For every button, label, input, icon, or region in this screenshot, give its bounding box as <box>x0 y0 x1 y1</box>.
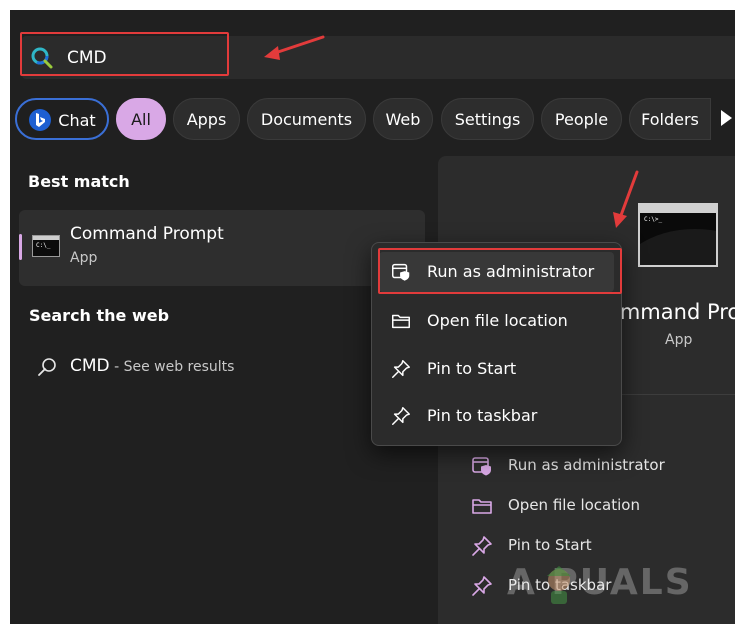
preview-action-label: Pin to Start <box>508 536 592 554</box>
bing-chat-icon <box>29 108 52 131</box>
web-search-suffix: - See web results <box>109 359 235 375</box>
context-open-file-location[interactable]: Open file location <box>379 301 614 341</box>
filter-all[interactable]: All <box>116 98 166 140</box>
filter-chat[interactable]: Chat <box>15 98 109 140</box>
filter-chat-label: Chat <box>58 111 96 130</box>
run-as-admin-highlight-box <box>378 248 622 294</box>
filter-folders[interactable]: Folders <box>629 98 711 140</box>
preview-action-label: Run as administrator <box>508 456 665 474</box>
preview-app-type: App <box>665 332 693 348</box>
filter-documents[interactable]: Documents <box>247 98 366 140</box>
preview-app-title: ommand Prom <box>607 300 735 324</box>
preview-action-pin-start[interactable]: Pin to Start <box>470 534 710 558</box>
context-pin-to-taskbar[interactable]: Pin to taskbar <box>379 396 614 436</box>
context-item-label: Pin to taskbar <box>427 406 538 425</box>
preview-action-run-as-admin[interactable]: Run as administrator <box>470 454 710 478</box>
filter-web[interactable]: Web <box>373 98 433 140</box>
filter-people[interactable]: People <box>541 98 622 140</box>
search-web-heading: Search the web <box>29 306 170 325</box>
preview-action-open-location[interactable]: Open file location <box>470 494 710 518</box>
shield-admin-icon <box>472 457 491 476</box>
folder-icon <box>392 314 410 329</box>
start-search-window: CMD Chat All Apps Documents Web Settings… <box>10 10 735 624</box>
folder-icon <box>472 499 492 514</box>
pin-icon <box>472 576 492 596</box>
pin-icon <box>472 536 492 556</box>
best-match-result[interactable] <box>19 210 425 286</box>
web-search-query: CMD <box>70 356 110 376</box>
web-search-icon <box>38 358 56 376</box>
watermark-text: A PUALS <box>507 562 693 603</box>
web-search-result[interactable]: CMD - See web results <box>70 356 234 376</box>
pin-icon <box>392 360 410 378</box>
filter-apps[interactable]: Apps <box>173 98 240 140</box>
context-item-label: Pin to Start <box>427 359 517 378</box>
context-item-label: Open file location <box>427 311 568 330</box>
preview-action-label: Open file location <box>508 496 640 514</box>
search-highlight-box <box>20 32 229 76</box>
pin-icon <box>392 407 410 425</box>
best-match-app-type: App <box>70 250 98 266</box>
filter-settings[interactable]: Settings <box>441 98 534 140</box>
context-pin-to-start[interactable]: Pin to Start <box>379 349 614 389</box>
selection-indicator <box>19 234 22 260</box>
best-match-app-name: Command Prompt <box>70 224 224 244</box>
watermark-mascot-icon <box>547 566 571 604</box>
command-prompt-large-icon: C:\>_ <box>638 203 718 267</box>
more-filters-arrow-icon[interactable] <box>721 110 732 126</box>
best-match-heading: Best match <box>28 172 130 191</box>
command-prompt-icon: C:\_ <box>32 235 60 257</box>
